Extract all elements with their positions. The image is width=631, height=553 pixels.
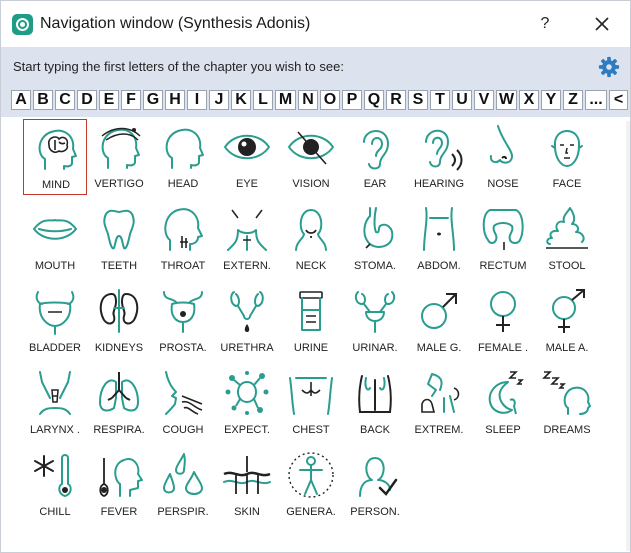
back-icon	[358, 375, 392, 413]
chapter-malea[interactable]: MALE A.	[535, 283, 599, 359]
urethra-icon	[230, 291, 264, 332]
face-icon	[551, 130, 583, 167]
drops-icon	[163, 453, 203, 495]
crossed-eye-icon	[288, 131, 334, 165]
mouth-icon	[33, 219, 77, 240]
letter-button-h[interactable]: H	[165, 90, 185, 110]
brain-head-icon	[38, 129, 77, 170]
extremities-icon	[421, 373, 460, 413]
chapter-label: STOOL	[548, 260, 586, 272]
letter-button-i[interactable]: I	[187, 90, 207, 110]
alphabet-bar: A B C D E F G H I J K L M N O P Q R S T U V W X Y Z... <	[11, 90, 628, 111]
fever-icon	[99, 458, 143, 497]
chapter-label: MALE A.	[545, 342, 589, 354]
gear-icon[interactable]	[598, 56, 620, 78]
abdomen-icon	[423, 207, 455, 251]
intestine-icon	[482, 209, 524, 250]
letter-button-u[interactable]: U	[452, 90, 472, 110]
chapter-stool[interactable]: STOOL	[535, 201, 599, 277]
hearing-icon	[425, 129, 463, 171]
letter-button-v[interactable]: V	[474, 90, 494, 110]
male-symbol-icon	[421, 293, 457, 329]
chapter-label: FACE	[552, 178, 582, 190]
letter-button-j[interactable]: J	[209, 90, 229, 110]
skin-icon	[223, 456, 271, 494]
letter-button-z[interactable]: Z	[563, 90, 583, 110]
chapter-person[interactable]: PERSON.	[343, 447, 407, 523]
letter-button-x[interactable]: X	[519, 90, 539, 110]
prostate-icon	[163, 291, 203, 333]
letter-button-a[interactable]: A	[11, 90, 31, 110]
person-check-icon	[359, 457, 398, 497]
kidneys-icon	[99, 289, 139, 333]
snowflake-thermometer-icon	[34, 454, 72, 497]
eye-icon	[224, 134, 270, 160]
letter-button-y[interactable]: Y	[541, 90, 561, 110]
window-title: Navigation window (Synthesis Adonis)	[40, 15, 311, 32]
body-icon	[288, 452, 334, 498]
letter-button-t[interactable]: T	[430, 90, 450, 110]
more-letters-button[interactable]: ...	[585, 90, 607, 110]
chapter-search-header: Start typing the first letters of the ch…	[1, 47, 630, 117]
letter-button-n[interactable]: N	[298, 90, 318, 110]
letter-button-d[interactable]: D	[77, 90, 97, 110]
letter-button-q[interactable]: Q	[364, 90, 384, 110]
chest-icon	[289, 377, 333, 415]
help-button[interactable]: ?	[533, 11, 557, 37]
letter-button-e[interactable]: E	[99, 90, 119, 110]
chapter-face[interactable]: FACE	[535, 119, 599, 195]
urinary-icon	[354, 291, 396, 333]
external-throat-icon	[227, 209, 267, 251]
scrollbar[interactable]	[626, 121, 630, 551]
letter-button-k[interactable]: K	[231, 90, 251, 110]
stomach-icon	[363, 207, 394, 249]
letter-button-b[interactable]: B	[33, 90, 53, 110]
chapter-label: DREAMS	[543, 424, 591, 436]
letter-button-w[interactable]: W	[496, 90, 517, 110]
chapter-label: PERSON.	[350, 506, 400, 518]
nose-icon	[489, 125, 513, 164]
neck-icon	[295, 209, 327, 251]
male-female-symbol-icon	[552, 289, 585, 333]
letter-button-g[interactable]: G	[143, 90, 163, 110]
chapter-dreams[interactable]: DREAMS	[535, 365, 599, 441]
throat-icon	[164, 208, 203, 251]
ear-icon	[363, 130, 389, 170]
lungs-icon	[99, 372, 139, 412]
title-bar: Navigation window (Synthesis Adonis) ?	[1, 1, 630, 47]
tooth-icon	[103, 209, 135, 250]
letter-button-l[interactable]: L	[253, 90, 273, 110]
instruction-text: Start typing the first letters of the ch…	[13, 59, 344, 74]
close-button[interactable]	[589, 11, 615, 37]
letter-button-s[interactable]: S	[408, 90, 428, 110]
splatter-icon	[225, 371, 269, 415]
letter-button-o[interactable]: O	[320, 90, 340, 110]
letter-button-f[interactable]: F	[121, 90, 141, 110]
larynx-icon	[39, 371, 71, 415]
head-icon	[165, 128, 204, 169]
urine-sample-icon	[299, 291, 323, 331]
letter-button-p[interactable]: P	[342, 90, 362, 110]
letter-button-c[interactable]: C	[55, 90, 75, 110]
female-symbol-icon	[490, 291, 516, 332]
stool-icon	[546, 207, 588, 249]
letter-button-m[interactable]: M	[275, 90, 296, 110]
navigation-window: Navigation window (Synthesis Adonis) ? S…	[0, 0, 631, 553]
backspace-button[interactable]: <	[609, 90, 628, 110]
synthesis-logo-icon	[12, 14, 33, 35]
close-icon	[595, 17, 609, 31]
letter-button-r[interactable]: R	[386, 90, 406, 110]
dizzy-head-icon	[101, 127, 141, 169]
cough-icon	[165, 371, 203, 415]
sleep-moon-icon	[488, 371, 524, 415]
dreams-icon	[542, 371, 591, 415]
bladder-icon	[35, 291, 75, 335]
